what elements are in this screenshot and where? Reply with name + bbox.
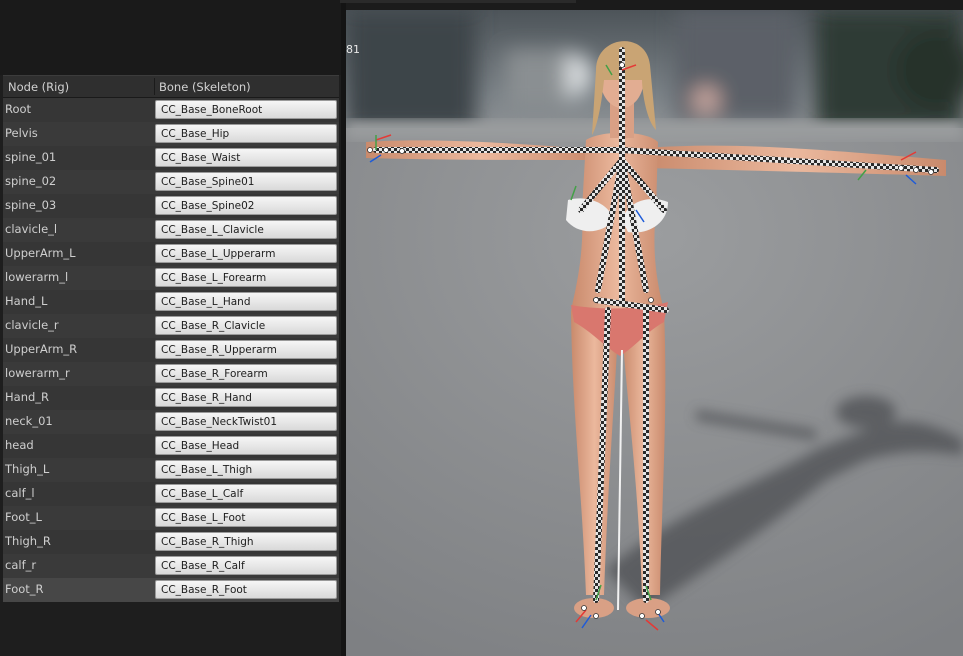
scene-render	[346, 10, 963, 656]
skeleton-bone-dropdown[interactable]: CC_Base_L_Clavicle	[155, 220, 337, 239]
skeleton-bone-dropdown[interactable]: CC_Base_L_Upperarm	[155, 244, 337, 263]
rig-node-label: Hand_L	[5, 294, 48, 308]
table-row[interactable]: neck_01 CC_Base_NeckTwist01	[3, 410, 339, 434]
skeleton-bone-dropdown[interactable]: CC_Base_R_Upperarm	[155, 340, 337, 359]
skeleton-bone-dropdown[interactable]: CC_Base_R_Clavicle	[155, 316, 337, 335]
table-row[interactable]: Thigh_R CC_Base_R_Thigh	[3, 530, 339, 554]
table-row[interactable]: clavicle_l CC_Base_L_Clavicle	[3, 218, 339, 242]
rig-node-label: Root	[5, 102, 32, 116]
rig-node-label: calf_l	[5, 486, 35, 500]
skeleton-bone-dropdown[interactable]: CC_Base_Spine01	[155, 172, 337, 191]
skeleton-bone-dropdown[interactable]: CC_Base_L_Forearm	[155, 268, 337, 287]
rig-node-label: Hand_R	[5, 390, 50, 404]
column-header-bone[interactable]: Bone (Skeleton)	[159, 80, 251, 94]
skeleton-bone-dropdown[interactable]: CC_Base_R_Calf	[155, 556, 337, 575]
table-row[interactable]: Foot_R CC_Base_R_Foot	[3, 578, 339, 602]
table-row[interactable]: spine_01 CC_Base_Waist	[3, 146, 339, 170]
rig-node-label: lowerarm_l	[5, 270, 69, 284]
skeleton-bone-dropdown[interactable]: CC_Base_Head	[155, 436, 337, 455]
table-row[interactable]: Hand_R CC_Base_R_Hand	[3, 386, 339, 410]
3d-viewport[interactable]: 81	[346, 10, 963, 656]
rig-node-label: UpperArm_R	[5, 342, 78, 356]
column-separator[interactable]	[154, 78, 155, 95]
skeleton-bone-dropdown[interactable]: CC_Base_L_Foot	[155, 508, 337, 527]
skeleton-bone-dropdown[interactable]: CC_Base_Spine02	[155, 196, 337, 215]
skeleton-bone-dropdown[interactable]: CC_Base_L_Calf	[155, 484, 337, 503]
skeleton-bone-dropdown[interactable]: CC_Base_R_Hand	[155, 388, 337, 407]
table-row[interactable]: Root CC_Base_BoneRoot	[3, 98, 339, 122]
retarget-mapping-table: Node (Rig) Bone (Skeleton) Root CC_Base_B…	[3, 75, 339, 602]
skeleton-bone-dropdown[interactable]: CC_Base_L_Hand	[155, 292, 337, 311]
table-row[interactable]: calf_r CC_Base_R_Calf	[3, 554, 339, 578]
table-row[interactable]: Foot_L CC_Base_L_Foot	[3, 506, 339, 530]
retarget-panel: Node (Rig) Bone (Skeleton) Root CC_Base_B…	[0, 0, 346, 656]
rig-node-label: clavicle_l	[5, 222, 58, 236]
skeleton-bone-dropdown[interactable]: CC_Base_Waist	[155, 148, 337, 167]
table-row[interactable]: head CC_Base_Head	[3, 434, 339, 458]
rig-node-label: Foot_L	[5, 510, 42, 524]
skeleton-bone-dropdown[interactable]: CC_Base_BoneRoot	[155, 100, 337, 119]
table-row[interactable]: lowerarm_l CC_Base_L_Forearm	[3, 266, 339, 290]
rig-node-label: calf_r	[5, 558, 37, 572]
table-row[interactable]: clavicle_r CC_Base_R_Clavicle	[3, 314, 339, 338]
table-row[interactable]: Hand_L CC_Base_L_Hand	[3, 290, 339, 314]
table-row[interactable]: UpperArm_R CC_Base_R_Upperarm	[3, 338, 339, 362]
rig-node-label: neck_01	[5, 414, 53, 428]
rig-node-label: spine_01	[5, 150, 57, 164]
rig-node-label: Thigh_R	[5, 534, 51, 548]
skeleton-bone-dropdown[interactable]: CC_Base_Hip	[155, 124, 337, 143]
table-row[interactable]: spine_02 CC_Base_Spine01	[3, 170, 339, 194]
viewport-tab-strip	[340, 0, 576, 3]
skeleton-bone-dropdown[interactable]: CC_Base_R_Forearm	[155, 364, 337, 383]
table-row[interactable]: UpperArm_L CC_Base_L_Upperarm	[3, 242, 339, 266]
table-rows: Root CC_Base_BoneRoot Pelvis CC_Base_Hipspi…	[3, 98, 339, 602]
column-header-node[interactable]: Node (Rig)	[8, 80, 69, 94]
rig-node-label: Foot_R	[5, 582, 44, 596]
table-row[interactable]: lowerarm_r CC_Base_R_Forearm	[3, 362, 339, 386]
table-row[interactable]: Pelvis CC_Base_Hip	[3, 122, 339, 146]
skeleton-bone-dropdown[interactable]: CC_Base_R_Foot	[155, 580, 337, 599]
rig-node-label: Pelvis	[5, 126, 38, 140]
table-row[interactable]: Thigh_L CC_Base_L_Thigh	[3, 458, 339, 482]
table-header: Node (Rig) Bone (Skeleton)	[3, 75, 339, 98]
skeleton-bone-dropdown[interactable]: CC_Base_L_Thigh	[155, 460, 337, 479]
rig-node-label: head	[5, 438, 34, 452]
rig-node-label: UpperArm_L	[5, 246, 76, 260]
rig-node-label: lowerarm_r	[5, 366, 70, 380]
table-row[interactable]: calf_l CC_Base_L_Calf	[3, 482, 339, 506]
table-row[interactable]: spine_03 CC_Base_Spine02	[3, 194, 339, 218]
viewport-frame-counter: 81	[346, 43, 360, 56]
panel-toolbar-area	[0, 0, 346, 75]
rig-node-label: Thigh_L	[5, 462, 50, 476]
rig-node-label: spine_03	[5, 198, 57, 212]
rig-node-label: spine_02	[5, 174, 57, 188]
rig-node-label: clavicle_r	[5, 318, 59, 332]
skeleton-bone-dropdown[interactable]: CC_Base_R_Thigh	[155, 532, 337, 551]
skeleton-bone-dropdown[interactable]: CC_Base_NeckTwist01	[155, 412, 337, 431]
